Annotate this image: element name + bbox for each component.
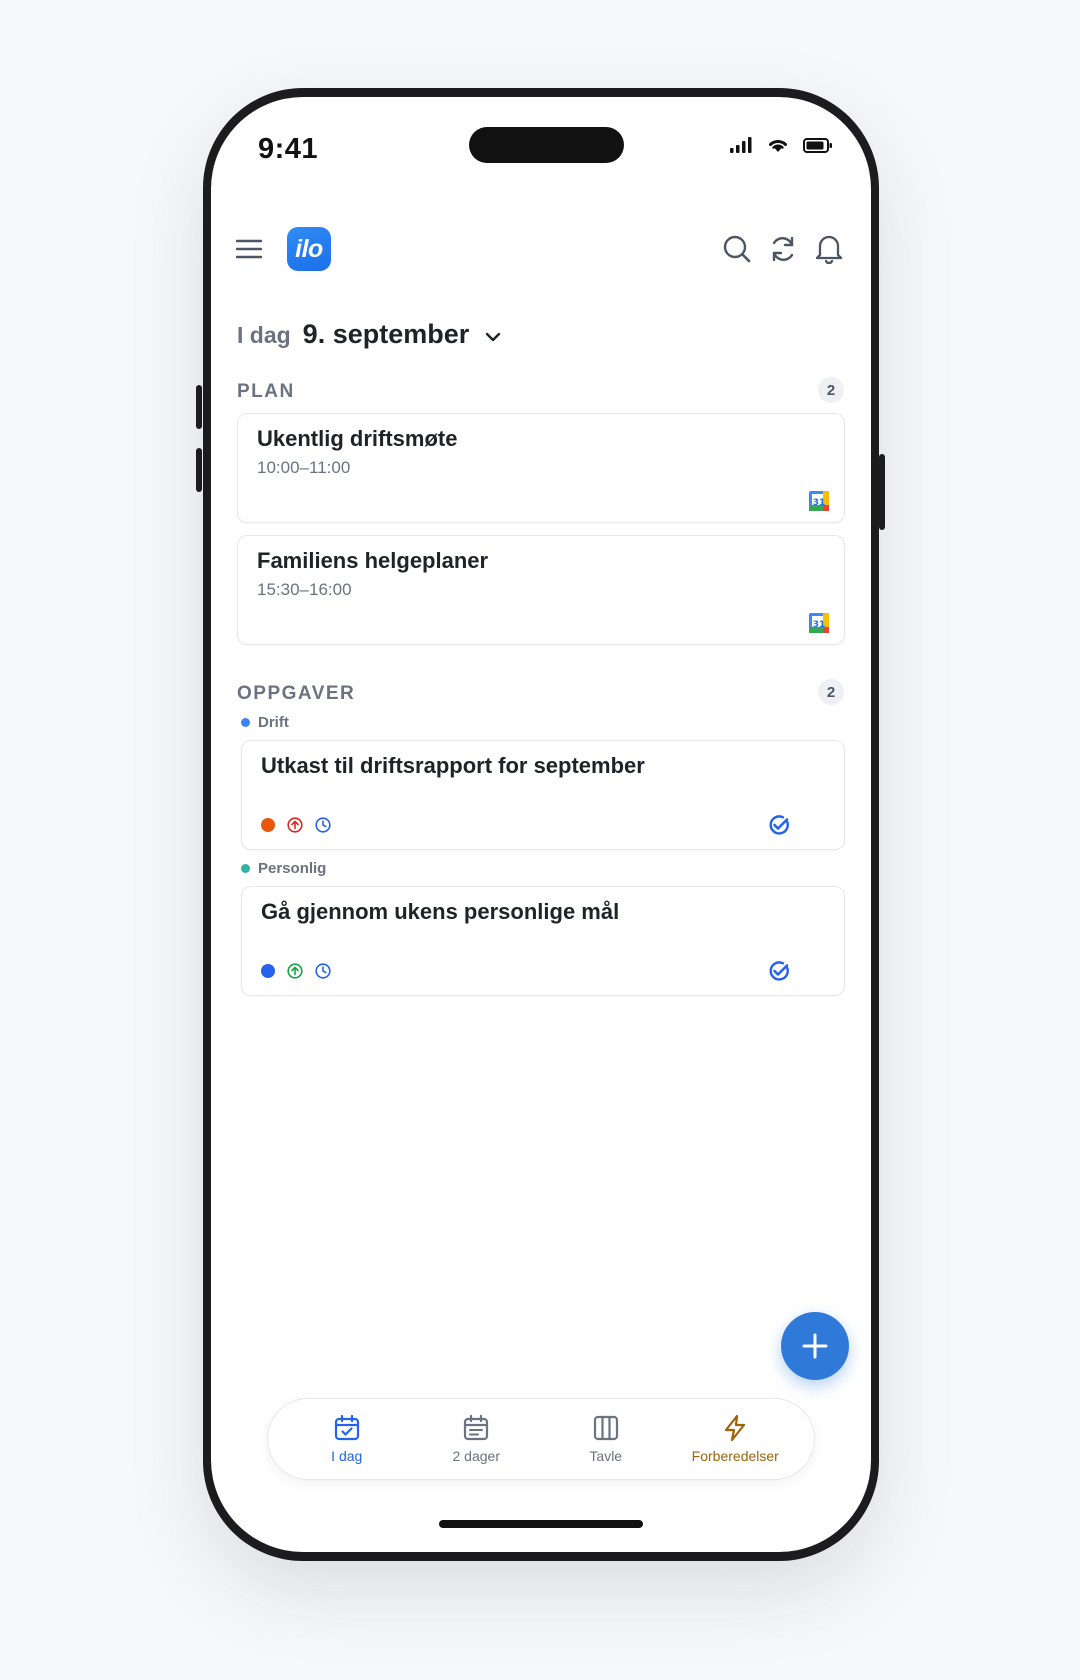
date-selector[interactable]: I dag 9. september xyxy=(237,319,501,350)
status-time: 9:41 xyxy=(258,133,319,165)
status-dot xyxy=(261,964,275,978)
plus-icon xyxy=(802,1333,828,1359)
tab-label: Forberedelser xyxy=(691,1448,779,1464)
date-main: 9. september xyxy=(302,319,470,349)
group-label-text: Personlig xyxy=(258,860,327,877)
svg-text:31: 31 xyxy=(813,498,826,508)
screen: 9:41 ilo I dag 9. september PLAN 2 Ukent… xyxy=(211,97,871,1552)
task-check-icon[interactable] xyxy=(768,814,790,836)
event-card[interactable]: Ukentlig driftsmøte 10:00–11:00 31 xyxy=(237,413,845,523)
status-dot xyxy=(261,818,275,832)
side-button-left-1 xyxy=(196,385,202,429)
task-title: Utkast til driftsrapport for september xyxy=(261,753,645,778)
task-meta xyxy=(261,817,331,833)
clock-icon xyxy=(315,817,331,833)
notifications-button[interactable] xyxy=(813,231,845,265)
task-title: Gå gjennom ukens personlige mål xyxy=(261,899,620,924)
wifi-icon xyxy=(769,140,787,152)
menu-button[interactable] xyxy=(235,235,263,263)
home-indicator xyxy=(439,1520,643,1528)
dynamic-island xyxy=(469,127,624,163)
event-card[interactable]: Familiens helgeplaner 15:30–16:00 31 xyxy=(237,535,845,645)
tasks-count-badge: 2 xyxy=(818,679,844,705)
tab-tavle[interactable]: Tavle xyxy=(546,1414,666,1464)
sync-icon xyxy=(772,236,794,262)
plan-count-badge: 2 xyxy=(818,377,844,403)
app-logo: ilo xyxy=(287,227,331,271)
task-card[interactable]: Utkast til driftsrapport for september xyxy=(241,740,845,850)
task-group-label-personlig: Personlig xyxy=(241,860,326,877)
battery-icon xyxy=(803,137,832,153)
tab-label: I dag xyxy=(331,1448,363,1464)
task-check-icon[interactable] xyxy=(768,960,790,982)
status-icons xyxy=(729,137,833,153)
calendar-list-icon xyxy=(464,1414,489,1441)
tab-label: Tavle xyxy=(589,1448,623,1464)
priority-up-icon xyxy=(287,817,303,833)
priority-up-icon xyxy=(287,963,303,979)
phone-frame: 9:41 ilo I dag 9. september PLAN 2 Ukent… xyxy=(196,88,885,1561)
signal-icon xyxy=(730,137,752,153)
calendar-check-icon xyxy=(334,1414,359,1441)
sync-button[interactable] xyxy=(767,233,799,265)
event-time: 10:00–11:00 xyxy=(257,458,351,477)
tab-forberedelser[interactable]: Forberedelser xyxy=(675,1414,795,1464)
group-label-text: Drift xyxy=(258,714,289,731)
svg-text:31: 31 xyxy=(813,620,826,630)
tab-label: 2 dager xyxy=(452,1448,500,1464)
tasks-section-title: OPPGAVER xyxy=(237,683,356,704)
columns-icon xyxy=(593,1415,618,1441)
event-title: Familiens helgeplaner xyxy=(257,548,489,573)
google-calendar-icon: 31 xyxy=(809,491,829,511)
side-button-right xyxy=(879,454,885,530)
date-prefix: I dag xyxy=(237,322,291,348)
group-color-dot xyxy=(241,718,250,727)
tab-i-dag[interactable]: I dag xyxy=(287,1414,407,1464)
search-button[interactable] xyxy=(721,233,753,265)
hamburger-icon xyxy=(236,239,262,259)
task-meta xyxy=(261,963,331,979)
add-button[interactable] xyxy=(781,1312,849,1380)
group-color-dot xyxy=(241,864,250,873)
bell-icon xyxy=(815,235,843,264)
chevron-down-icon xyxy=(486,332,501,342)
google-calendar-icon: 31 xyxy=(809,613,829,633)
event-time: 15:30–16:00 xyxy=(257,580,352,599)
tab-2-dager[interactable]: 2 dager xyxy=(416,1414,536,1464)
bottom-tab-bar: I dag 2 dager Tavle Forberedelser xyxy=(267,1398,815,1480)
task-group-label-drift: Drift xyxy=(241,714,289,731)
side-button-left-2 xyxy=(196,448,202,492)
task-card[interactable]: Gå gjennom ukens personlige mål xyxy=(241,886,845,996)
plan-section-title: PLAN xyxy=(237,381,295,402)
event-title: Ukentlig driftsmøte xyxy=(257,426,458,451)
lightning-icon xyxy=(725,1414,746,1442)
clock-icon xyxy=(315,963,331,979)
search-icon xyxy=(723,235,751,263)
